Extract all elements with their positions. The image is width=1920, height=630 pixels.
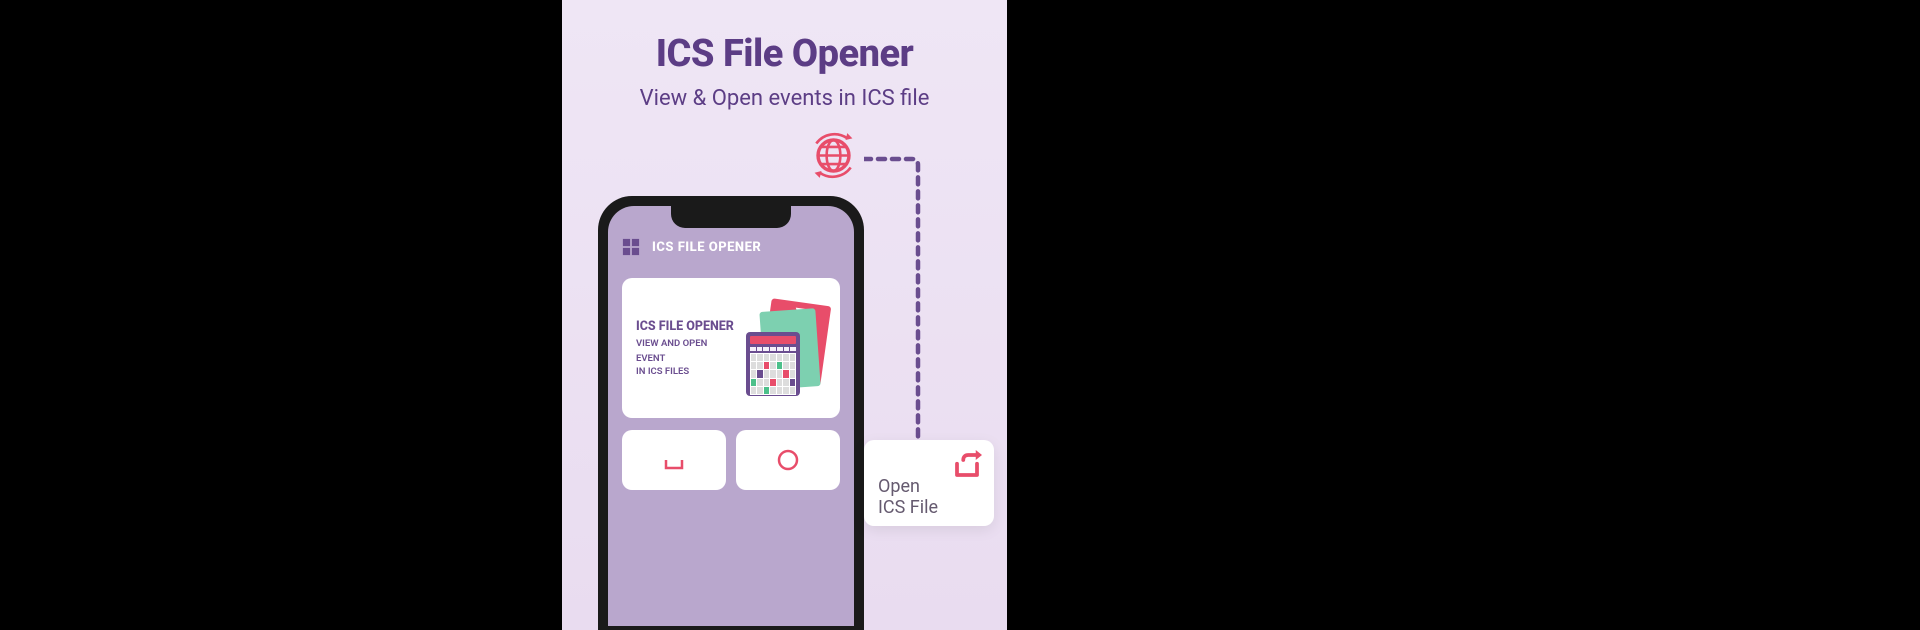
action-row <box>622 430 840 490</box>
main-card-text: ICS FILE OPENER VIEW AND OPEN EVENT IN I… <box>636 319 736 377</box>
globe-sync-icon <box>806 128 861 183</box>
circle-icon <box>776 448 800 472</box>
share-icon <box>662 448 686 472</box>
main-card-line1: VIEW AND OPEN EVENT <box>636 337 736 366</box>
promo-panel: ICS File Opener View & Open events in IC… <box>562 0 1007 630</box>
main-card-title: ICS FILE OPENER <box>636 319 736 334</box>
phone-screen: ICS FILE OPENER ICS FILE OPENER VIEW AND… <box>608 206 854 626</box>
dashed-connector-line <box>864 155 924 455</box>
action-button-left[interactable] <box>622 430 726 490</box>
action-button-right[interactable] <box>736 430 840 490</box>
main-card[interactable]: ICS FILE OPENER VIEW AND OPEN EVENT IN I… <box>622 278 840 418</box>
phone-mockup: ICS FILE OPENER ICS FILE OPENER VIEW AND… <box>598 196 864 630</box>
export-icon <box>952 450 982 480</box>
promo-subtitle: View & Open events in ICS file <box>562 86 1007 111</box>
open-ics-callout: Open ICS File <box>864 440 994 526</box>
phone-notch <box>671 206 791 228</box>
app-header-title: ICS FILE OPENER <box>652 240 761 255</box>
main-card-line2: IN ICS FILES <box>636 366 736 377</box>
callout-line2: ICS File <box>878 497 980 518</box>
calendar-illustration <box>746 300 826 396</box>
promo-title: ICS File Opener <box>562 32 1007 76</box>
menu-grid-icon[interactable] <box>622 238 640 256</box>
